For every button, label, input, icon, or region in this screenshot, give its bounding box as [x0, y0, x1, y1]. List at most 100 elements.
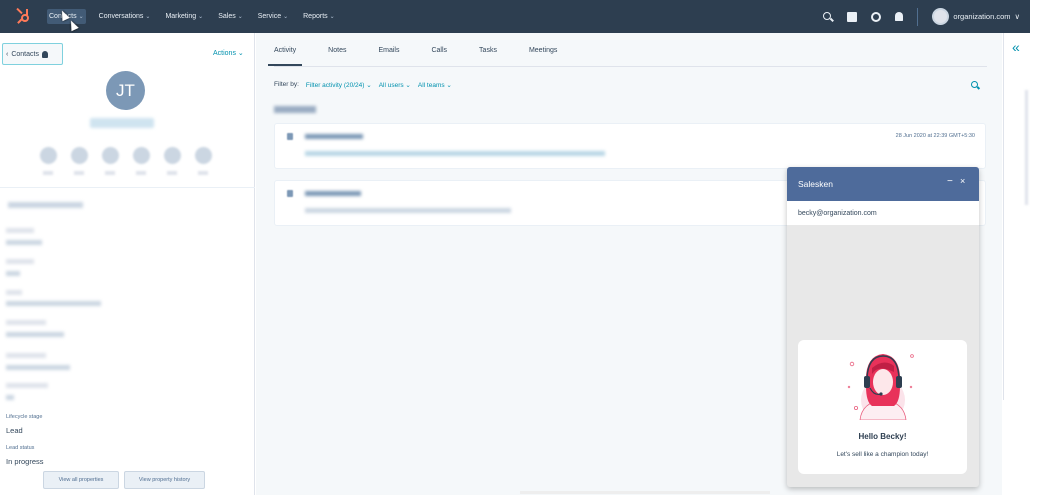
close-icon[interactable]: ×: [960, 176, 965, 186]
activity-type-icon: [287, 190, 293, 197]
activity-filter-bar: Filter by: Filter activity (20/24) ⌄ All…: [274, 81, 452, 89]
tab-meetings[interactable]: Meetings: [529, 41, 557, 66]
nav-right-tools: organization.com ∨: [823, 0, 1020, 33]
marketplace-icon[interactable]: [847, 11, 858, 22]
tab-tasks[interactable]: Tasks: [479, 41, 497, 66]
property-value-redacted[interactable]: [6, 271, 20, 276]
nav-item-sales[interactable]: Sales ⌄: [216, 9, 245, 24]
property-value-redacted[interactable]: [6, 240, 42, 245]
lifecycle-stage-label: Lifecycle stage: [6, 414, 43, 420]
tab-calls[interactable]: Calls: [431, 41, 447, 66]
note-action-icon[interactable]: [40, 147, 57, 164]
account-avatar: [932, 8, 950, 25]
property-value-redacted[interactable]: [6, 365, 70, 370]
property-label-redacted: [6, 290, 22, 295]
salesken-title: Salesken: [798, 179, 833, 189]
contact-sidebar: ‹ Contacts Actions ⌄ JT Lifecycle stage …: [0, 33, 255, 495]
action-label-redacted: [43, 171, 53, 175]
all-teams-dropdown[interactable]: All teams ⌄: [418, 81, 452, 89]
view-property-history-button[interactable]: View property history: [124, 471, 205, 489]
record-tabs: Activity Notes Emails Calls Tasks Meetin…: [268, 41, 987, 67]
chevron-left-icon: ‹: [6, 50, 9, 58]
top-navigation-bar: Contacts ⌄ Conversations ⌄ Marketing ⌄ Sale…: [0, 0, 1030, 33]
property-label-redacted: [6, 383, 48, 388]
contact-avatar: JT: [106, 71, 145, 110]
contact-name-redacted: [90, 118, 154, 128]
back-to-contacts-button[interactable]: ‹ Contacts: [2, 43, 63, 65]
salesken-tagline: Let's sell like a champion today!: [836, 451, 929, 458]
timeline-card-lifecycle[interactable]: 28 Jun 2020 at 22:39 GMT+5:30: [274, 123, 986, 169]
horizontal-scrollbar[interactable]: [520, 491, 770, 494]
task-action-icon[interactable]: [164, 147, 181, 164]
tab-notes[interactable]: Notes: [328, 41, 346, 66]
account-name: organization.com: [953, 12, 1011, 21]
edge-shadow: [1025, 90, 1028, 205]
filter-activity-dropdown[interactable]: Filter activity (20/24) ⌄: [306, 81, 372, 89]
salesken-greeting: Hello Becky!: [858, 432, 907, 441]
activity-type-icon: [287, 133, 293, 140]
sidebar-collapse-strip: «: [1003, 33, 1030, 400]
property-label-redacted: [6, 353, 46, 358]
lifecycle-stage-value[interactable]: Lead: [6, 426, 23, 435]
property-value-redacted[interactable]: [6, 301, 101, 306]
tab-activity[interactable]: Activity: [268, 41, 303, 66]
search-icon[interactable]: [823, 11, 833, 22]
chevron-down-icon: ⌄: [283, 14, 289, 20]
all-users-dropdown[interactable]: All users ⌄: [379, 81, 411, 89]
action-label-redacted: [105, 171, 115, 175]
hubspot-logo-icon[interactable]: [15, 7, 33, 26]
settings-gear-icon[interactable]: [871, 11, 882, 22]
nav-item-conversations[interactable]: Conversations ⌄: [97, 9, 153, 24]
hubspot-contact-page: Contacts ⌄ Conversations ⌄ Marketing ⌄ Sale…: [0, 0, 1039, 501]
salesken-user-email: becky@organization.com: [787, 201, 979, 225]
search-icon[interactable]: [971, 81, 981, 91]
email-action-icon[interactable]: [71, 147, 88, 164]
property-value-redacted[interactable]: [6, 332, 64, 337]
log-action-icon[interactable]: [133, 147, 150, 164]
nav-divider: [917, 7, 919, 26]
lead-status-label: Lead status: [6, 445, 35, 451]
chevron-down-icon: ⌄: [329, 14, 335, 20]
action-label-redacted: [136, 171, 146, 175]
actions-dropdown[interactable]: Actions ⌄: [213, 49, 244, 57]
activity-timestamp: 28 Jun 2020 at 22:39 GMT+5:30: [895, 133, 975, 139]
salesken-header: Salesken − ×: [787, 167, 979, 201]
chevron-down-icon: ⌄: [237, 14, 243, 20]
property-label-redacted: [6, 259, 34, 264]
tab-emails[interactable]: Emails: [378, 41, 399, 66]
lead-status-value[interactable]: In progress: [6, 457, 44, 466]
salesken-welcome-card: Hello Becky! Let's sell like a champion …: [798, 340, 967, 474]
section-divider: [0, 187, 255, 188]
nav-item-service[interactable]: Service ⌄: [256, 9, 290, 24]
nav-item-reports[interactable]: Reports ⌄: [301, 9, 337, 24]
chevron-down-icon: ∨: [1014, 12, 1021, 21]
account-menu[interactable]: organization.com ∨: [932, 8, 1020, 25]
chevron-down-icon: ⌄: [198, 14, 204, 20]
property-label-redacted: [6, 320, 46, 325]
call-action-icon[interactable]: [102, 147, 119, 164]
chevron-down-icon: ⌄: [145, 14, 151, 20]
card-title-redacted: [305, 134, 363, 139]
action-label-redacted: [198, 171, 208, 175]
property-label-redacted: [6, 228, 34, 233]
month-header-redacted: [274, 106, 316, 113]
salesken-widget: Salesken − × becky@organization.com Hell…: [787, 167, 979, 487]
meet-action-icon[interactable]: [195, 147, 212, 164]
person-icon: [41, 50, 48, 58]
minimize-icon[interactable]: −: [947, 176, 953, 187]
back-to-contacts-label: Contacts: [11, 50, 39, 58]
nav-item-marketing[interactable]: Marketing ⌄: [163, 9, 205, 24]
card-body-redacted: [305, 208, 511, 213]
about-section-header-redacted[interactable]: [8, 202, 83, 208]
double-chevron-left-icon[interactable]: «: [1012, 40, 1020, 54]
action-label-redacted: [74, 171, 84, 175]
view-all-properties-button[interactable]: View all properties: [43, 471, 119, 489]
card-body-redacted: [305, 151, 605, 156]
agent-headset-illustration-icon: [847, 354, 914, 420]
contact-action-labels: [43, 171, 208, 175]
chevron-down-icon: ⌄: [78, 14, 84, 20]
contact-action-buttons: [40, 147, 212, 164]
property-value-redacted[interactable]: [6, 395, 14, 400]
action-label-redacted: [167, 171, 177, 175]
notifications-bell-icon[interactable]: [895, 12, 904, 21]
